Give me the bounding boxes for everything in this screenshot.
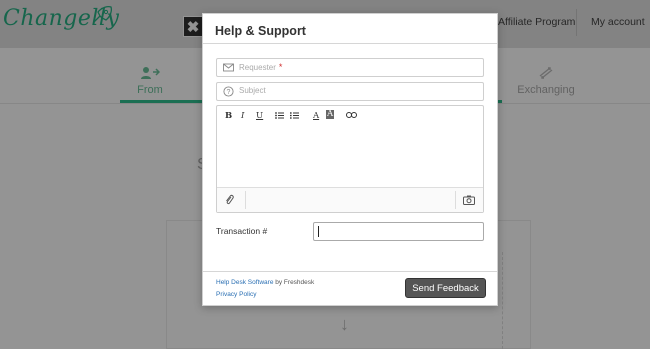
requester-placeholder: Requester * xyxy=(239,62,283,72)
underline-button[interactable]: U xyxy=(256,111,263,121)
required-mark: * xyxy=(278,62,283,72)
link-icon[interactable] xyxy=(346,112,357,118)
svg-text:?: ? xyxy=(227,89,231,96)
question-icon: ? xyxy=(223,86,234,97)
editor-footer-divider xyxy=(455,191,456,209)
powered-by-credit: Help Desk Software by Freshdesk xyxy=(216,279,315,286)
subject-field[interactable]: ? Subject xyxy=(216,82,484,101)
editor-footer xyxy=(217,187,483,212)
text-caret xyxy=(318,226,319,237)
editor-toolbar: B I U A A xyxy=(217,106,483,124)
numbered-list-icon[interactable] xyxy=(290,112,299,119)
modal-footer: Help Desk Software by Freshdesk Privacy … xyxy=(203,271,497,305)
envelope-icon xyxy=(223,63,234,72)
help-support-modal: Help & Support Requester * ? Subject B I … xyxy=(202,13,498,306)
camera-icon[interactable] xyxy=(463,195,475,205)
transaction-label: Transaction # xyxy=(216,226,268,236)
editor-footer-divider xyxy=(245,191,246,209)
privacy-policy-link[interactable]: Privacy Policy xyxy=(216,291,256,298)
modal-title: Help & Support xyxy=(215,24,306,38)
font-color-button[interactable]: A xyxy=(313,111,319,121)
help-desk-software-link[interactable]: Help Desk Software xyxy=(216,279,273,286)
description-editor[interactable]: B I U A A xyxy=(216,105,484,213)
send-feedback-button[interactable]: Send Feedback xyxy=(405,278,486,298)
modal-header: Help & Support xyxy=(203,14,497,44)
requester-field[interactable]: Requester * xyxy=(216,58,484,77)
bullet-list-icon[interactable] xyxy=(275,112,284,119)
background-color-button[interactable]: A xyxy=(326,110,335,119)
bold-button[interactable]: B xyxy=(225,111,232,121)
subject-placeholder: Subject xyxy=(239,86,266,95)
transaction-input[interactable] xyxy=(313,222,484,241)
paperclip-icon[interactable] xyxy=(225,194,234,209)
italic-button[interactable]: I xyxy=(241,111,244,121)
